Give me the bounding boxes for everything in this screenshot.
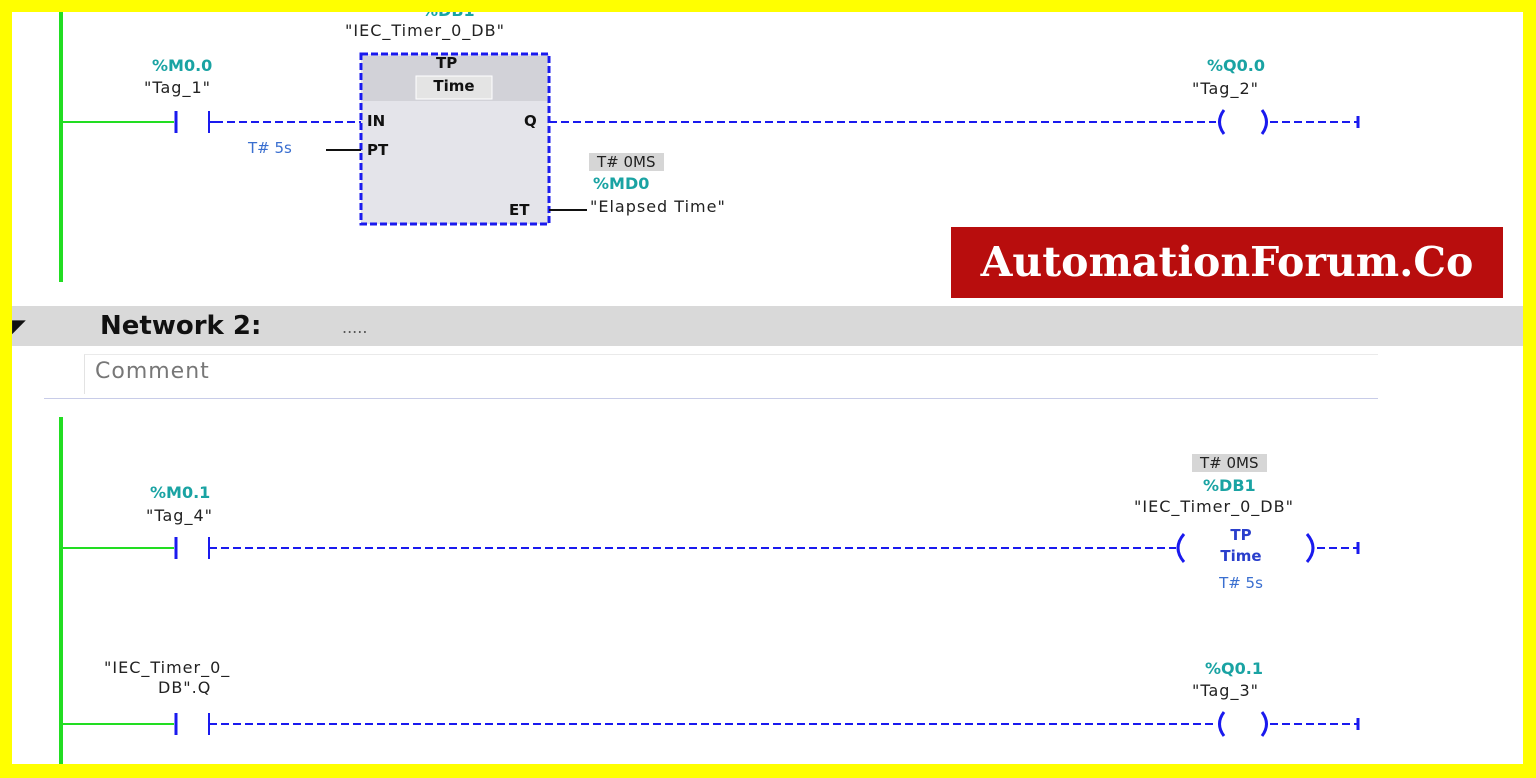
timer-coil-instance-name[interactable]: "IEC_Timer_0_DB" — [1134, 497, 1294, 516]
timer-pin-in: IN — [367, 112, 386, 130]
timer-coil-type: TP — [1230, 526, 1252, 544]
et-tag[interactable]: "Elapsed Time" — [590, 197, 726, 216]
contact-timer-q-tag-line-2[interactable]: DB".Q — [158, 678, 211, 697]
collapse-triangle-icon[interactable]: ◤ — [12, 316, 26, 337]
timer-type-label: TP — [436, 54, 458, 72]
comment-divider — [44, 398, 1378, 399]
timer-pin-pt: PT — [367, 141, 389, 159]
timer-coil-pt-value[interactable]: T# 5s — [1194, 574, 1288, 592]
timer-coil-left-arc[interactable] — [1176, 533, 1186, 563]
contact-address-m0-1[interactable]: %M0.1 — [150, 483, 210, 502]
ladder-editor: %DB1 "IEC_Timer_0_DB" %M0.0 "Tag_1" TP T… — [12, 12, 1523, 764]
timer-pt-value[interactable]: T# 5s — [248, 139, 292, 157]
timer-pin-q: Q — [524, 112, 537, 130]
coil-q0-0-left-arc[interactable] — [1218, 109, 1226, 135]
coil-address-q0-1[interactable]: %Q0.1 — [1205, 659, 1263, 678]
network-2-title: Network 2: — [100, 311, 262, 341]
timer-datatype-label[interactable]: Time — [420, 77, 488, 95]
timer-coil-datatype[interactable]: Time — [1194, 547, 1288, 565]
timer-coil-right-arc[interactable] — [1305, 533, 1315, 563]
et-address[interactable]: %MD0 — [593, 174, 649, 193]
timer-coil-instance-address[interactable]: %DB1 — [1203, 476, 1256, 495]
et-current-value: T# 0MS — [589, 153, 664, 171]
watermark-banner: AutomationForum.Co — [951, 227, 1503, 298]
contact-timer-q-tag-line-1[interactable]: "IEC_Timer_0_ — [104, 658, 230, 677]
network-2-header[interactable]: ◤ Network 2: ..... — [12, 306, 1523, 346]
coil-address-q0-0[interactable]: %Q0.0 — [1207, 56, 1265, 75]
contact-address-m0-0[interactable]: %M0.0 — [152, 56, 212, 75]
coil-q0-1-right-arc[interactable] — [1260, 711, 1268, 737]
coil-tag-3[interactable]: "Tag_3" — [1192, 681, 1259, 700]
coil-q0-0-right-arc[interactable] — [1260, 109, 1268, 135]
network-2-comment-field[interactable]: Comment — [84, 354, 1378, 394]
network-2-title-placeholder[interactable]: ..... — [342, 308, 367, 348]
contact-tag-4[interactable]: "Tag_4" — [146, 506, 213, 525]
timer-instance-name[interactable]: "IEC_Timer_0_DB" — [345, 21, 505, 40]
coil-tag-2[interactable]: "Tag_2" — [1192, 79, 1259, 98]
contact-tag-1[interactable]: "Tag_1" — [144, 78, 211, 97]
timer-coil-current-value: T# 0MS — [1192, 454, 1267, 472]
timer-pin-et: ET — [509, 201, 530, 219]
coil-q0-1-left-arc[interactable] — [1218, 711, 1226, 737]
timer-instance-address-partial: %DB1 — [422, 12, 475, 20]
